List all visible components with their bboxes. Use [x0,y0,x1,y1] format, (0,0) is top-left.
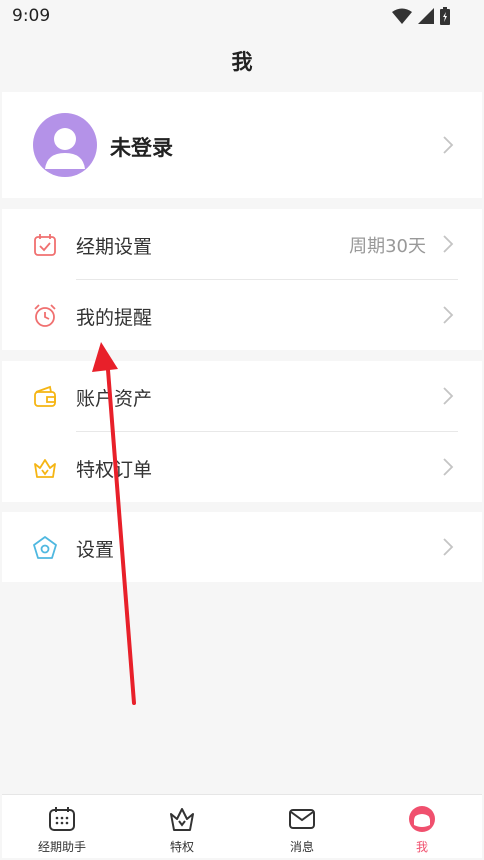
chevron-right-icon [443,538,454,556]
menu-item-settings[interactable]: 设置 [2,512,482,582]
bottom-tab-bar: 经期助手 特权 消息 我 [2,794,482,858]
chevron-right-icon [443,306,454,324]
cycle-length-value: 周期30天 [349,236,426,257]
wifi-icon [392,8,412,24]
avatar[interactable] [33,113,97,177]
default-avatar-icon [45,128,85,169]
calendar-icon [49,807,75,831]
menu-item-account-assets[interactable]: 账户资产 [2,361,482,431]
calendar-check-icon [34,234,56,256]
menu-item-cycle-settings[interactable]: 经期设置 周期30天 [2,209,482,279]
page-title: 我 [231,50,253,74]
menu-item-label: 设置 [76,539,115,561]
menu-item-label: 经期设置 [76,236,153,258]
menu-item-my-reminders[interactable]: 我的提醒 [2,280,482,350]
tab-label: 特权 [169,840,194,854]
signal-icon [418,8,434,24]
chevron-right-icon [443,387,454,405]
status-time: 9:09 [12,6,51,26]
login-status[interactable]: 未登录 [110,132,173,162]
chevron-right-icon [443,136,454,154]
menu-item-label: 特权订单 [76,459,153,481]
status-bar: 9:09 [0,0,484,32]
crown-icon [34,459,56,478]
chevron-right-icon [443,458,454,476]
menu-group-settings: 设置 [2,512,482,582]
tab-label: 经期助手 [37,840,86,854]
crown-icon [170,808,194,831]
battery-icon [440,7,450,25]
tab-privilege[interactable]: 特权 [122,795,242,858]
mail-icon [289,809,315,829]
chevron-right-icon [443,235,454,253]
tab-cycle-assistant[interactable]: 经期助手 [2,795,122,858]
tab-messages[interactable]: 消息 [242,795,362,858]
title-bar: 我 [0,32,484,90]
tab-label: 我 [415,840,428,854]
menu-item-label: 我的提醒 [76,307,153,329]
menu-item-label: 账户资产 [76,388,153,410]
menu-group-cycle: 经期设置 周期30天 我的提醒 [2,209,482,350]
tab-me[interactable]: 我 [362,795,482,858]
menu-item-privilege-orders[interactable]: 特权订单 [2,432,482,502]
profile-icon [409,806,435,832]
menu-group-account: 账户资产 特权订单 [2,361,482,502]
tab-label: 消息 [289,840,314,854]
status-icons [392,7,450,25]
profile-card[interactable]: 未登录 [2,92,482,198]
wallet-icon [34,385,56,407]
alarm-clock-icon [34,304,56,327]
settings-icon [33,536,57,559]
